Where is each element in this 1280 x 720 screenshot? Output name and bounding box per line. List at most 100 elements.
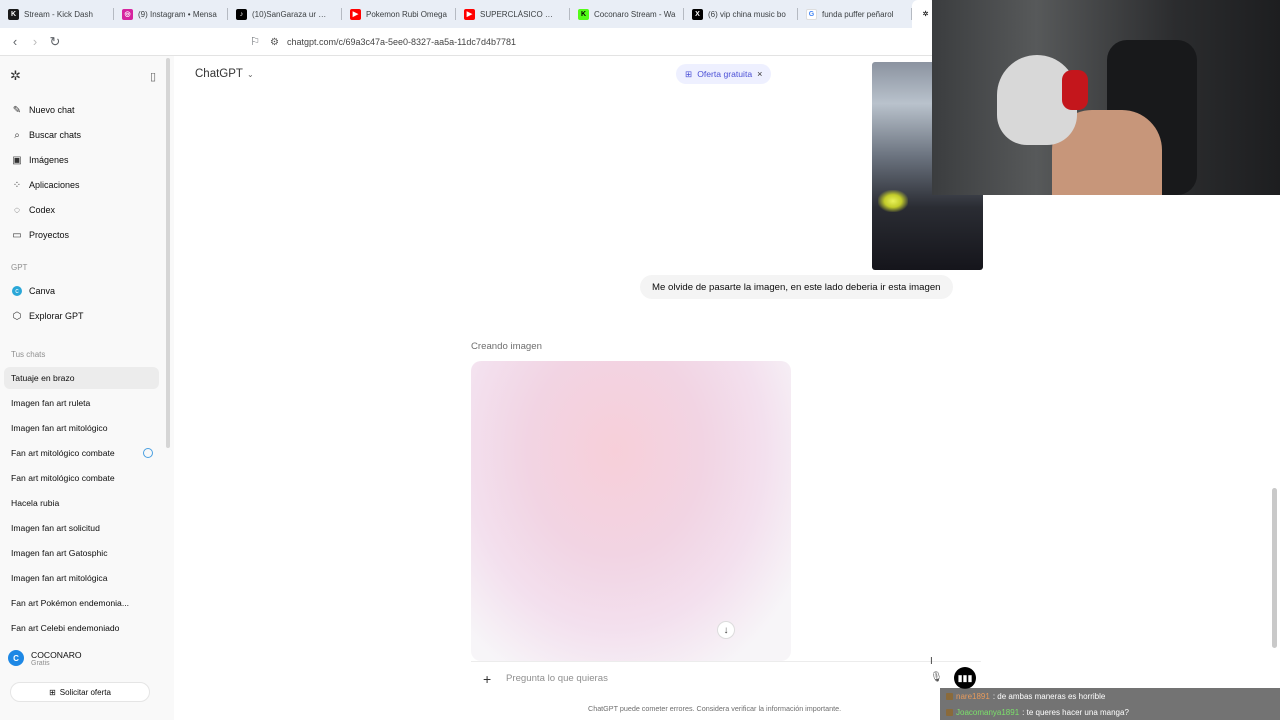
browser-tab[interactable]: K Coconaro Stream - Wa xyxy=(570,0,684,28)
tab-label: Stream - Kick Dash xyxy=(24,9,93,19)
chat-history-item[interactable]: Imagen fan art solicitud xyxy=(4,517,159,539)
main-scrollbar[interactable] xyxy=(1272,488,1277,648)
openai-logo-icon[interactable]: ✲ xyxy=(10,68,21,84)
browser-tab[interactable]: Gfunda puffer peñarol xyxy=(798,0,912,28)
kick-icon: K xyxy=(8,8,19,20)
url-field[interactable]: ⚙ chatgpt.com/c/69a3c47a-5ee0-8327-aa5a-… xyxy=(270,33,516,51)
canva-icon: c xyxy=(12,286,22,296)
chat-history-item[interactable]: Imagen fan art mitológico xyxy=(4,417,159,439)
sidebar-header: ✲ ▯ xyxy=(10,68,156,84)
chat-text: : te queres hacer una manga? xyxy=(1022,707,1129,717)
youtube-icon: ▶ xyxy=(464,8,475,20)
tab-label: SUPERCLÁSICO ⚽ | U xyxy=(480,9,562,19)
chat-username: Joacomanya1891 xyxy=(956,707,1020,717)
image-lightning-detail xyxy=(878,190,908,212)
browser-tab[interactable]: ▶ Pokemon Rubi Omega xyxy=(342,0,456,28)
microphone-icon[interactable]: 🎙 xyxy=(930,672,943,683)
chat-history-item[interactable]: Fan art Pokémon endemonia... xyxy=(4,592,159,614)
arrow-down-icon: ↓ xyxy=(723,624,729,636)
codex-icon: ◌ xyxy=(14,204,20,216)
headphones xyxy=(1062,70,1088,110)
sidebar-item-search[interactable]: ⌕ Buscar chats xyxy=(6,124,158,146)
chat-history-item[interactable]: Imagen fan art Gatosphic xyxy=(4,542,159,564)
sidebar-item-apps[interactable]: ⁘ Aplicaciones xyxy=(6,174,158,196)
explore-icon: ⬡ xyxy=(12,310,22,322)
waveform-icon: ▮▮▮ xyxy=(957,672,973,683)
chat-text: : de ambas maneras es horrible xyxy=(992,691,1106,701)
images-icon: ▣ xyxy=(12,154,22,166)
sidebar-item-canva[interactable]: c Canva xyxy=(6,280,158,302)
x-icon: X xyxy=(692,8,703,20)
loading-ring-icon xyxy=(143,448,153,458)
sidebar-item-label: Nuevo chat xyxy=(29,105,75,115)
sidebar-item-label: Imágenes xyxy=(29,155,69,165)
stream-chat-message: Joacomanya1891: te queres hacer una mang… xyxy=(946,704,1129,720)
model-name: ChatGPT xyxy=(195,68,243,80)
kick-icon: K xyxy=(578,8,589,20)
site-info-icon[interactable]: ⚙ xyxy=(270,37,279,48)
browser-tab[interactable]: ▶ SUPERCLÁSICO ⚽ | U xyxy=(456,0,570,28)
voice-mode-button[interactable]: ▮▮▮ xyxy=(954,667,976,689)
google-icon: G xyxy=(806,8,817,20)
sidebar-item-new-chat[interactable]: ✎ Nuevo chat xyxy=(6,99,158,121)
sidebar-scrollbar[interactable] xyxy=(166,58,170,448)
message-composer[interactable]: + Pregunta lo que quieras 🎙 xyxy=(471,661,981,695)
chat-history-label: Fan art mitológico combate xyxy=(11,448,115,458)
chat-history-item[interactable]: Imagen fan art mitológica xyxy=(4,567,159,589)
youtube-icon: ▶ xyxy=(350,8,361,20)
sidebar-item-images[interactable]: ▣ Imágenes xyxy=(6,149,158,171)
request-offer-button[interactable]: ⊞ Solicitar oferta xyxy=(10,682,150,702)
chat-history-item[interactable]: Fan art mitológico combate xyxy=(4,442,159,464)
sidebar-item-codex[interactable]: ◌ Codex xyxy=(6,199,158,221)
chat-history-item[interactable]: Fan art Celebi endemoniado xyxy=(4,617,159,639)
tab-label: funda puffer peñarol xyxy=(822,9,894,19)
browser-tab[interactable]: ♪ (10)SanGaraza ur 🐯🎮 xyxy=(228,0,342,28)
chat-history-item[interactable]: Fan art mitológico combate xyxy=(4,467,159,489)
sidebar-item-label: Canva xyxy=(29,286,56,296)
tab-label: Coconaro Stream - Wa xyxy=(594,9,676,19)
stream-chat-overlay: nare1891: de ambas maneras es horrible J… xyxy=(940,688,1280,720)
search-icon: ⌕ xyxy=(14,129,20,141)
gpt-section-title: GPT xyxy=(11,263,28,272)
sidebar-item-explore-gpt[interactable]: ⬡ Explorar GPT xyxy=(6,305,158,327)
stream-chat-message: nare1891: de ambas maneras es horrible xyxy=(946,688,1105,704)
chatgpt-icon: ✲ xyxy=(920,8,931,20)
browser-tab[interactable]: ◎ (9) Instagram • Mensa xyxy=(114,0,228,28)
user-plan: Gratis xyxy=(31,659,50,667)
browser-tab[interactable]: X (6) vip china music bo xyxy=(684,0,798,28)
chat-history-item[interactable]: Hacela rubia xyxy=(4,492,159,514)
url-text: chatgpt.com/c/69a3c47a-5ee0-8327-aa5a-11… xyxy=(286,37,516,47)
chat-history-item[interactable]: Tatuaje en brazo xyxy=(4,367,159,389)
user-name: COCONARO xyxy=(31,649,82,660)
user-badge-icon xyxy=(946,692,953,700)
free-offer-pill[interactable]: ⊞ Oferta gratuita × xyxy=(676,64,772,84)
plus-icon[interactable]: + xyxy=(483,671,491,687)
generating-image-placeholder xyxy=(471,361,791,661)
back-icon[interactable]: ‹ xyxy=(5,32,25,52)
model-selector[interactable]: ChatGPT ⌄ xyxy=(195,68,254,80)
tab-label: Pokemon Rubi Omega xyxy=(366,9,447,19)
user-info: COCONARO Gratis xyxy=(31,650,82,667)
tiktok-icon: ♪ xyxy=(236,8,247,20)
tab-label: (9) Instagram • Mensa xyxy=(138,9,217,19)
tab-label: (6) vip china music bo xyxy=(708,9,786,19)
webcam-overlay xyxy=(932,0,1280,195)
prompt-placeholder[interactable]: Pregunta lo que quieras xyxy=(506,673,608,684)
sidebar-item-label: Aplicaciones xyxy=(29,180,80,190)
browser-tab[interactable]: K Stream - Kick Dash xyxy=(0,0,114,28)
close-icon[interactable]: × xyxy=(757,69,762,79)
disclaimer-text: ChatGPT puede cometer errores. Considera… xyxy=(588,704,842,713)
sidebar-item-projects[interactable]: ▭ Proyectos xyxy=(6,224,158,246)
request-offer-label: Solicitar oferta xyxy=(59,687,111,697)
bookmark-icon[interactable]: ⚐ xyxy=(245,32,265,52)
instagram-icon: ◎ xyxy=(122,8,133,20)
reload-icon[interactable]: ↻ xyxy=(45,32,65,52)
forward-icon[interactable]: › xyxy=(25,32,45,52)
gift-icon: ⊞ xyxy=(685,68,693,79)
chat-history-item[interactable]: Imagen fan art ruleta xyxy=(4,392,159,414)
close-sidebar-icon[interactable]: ▯ xyxy=(150,70,156,83)
scroll-down-button[interactable]: ↓ xyxy=(717,621,735,639)
sidebar-item-label: Codex xyxy=(29,205,56,215)
user-profile[interactable]: C COCONARO Gratis xyxy=(8,644,158,672)
sidebar-item-label: Proyectos xyxy=(29,230,70,240)
